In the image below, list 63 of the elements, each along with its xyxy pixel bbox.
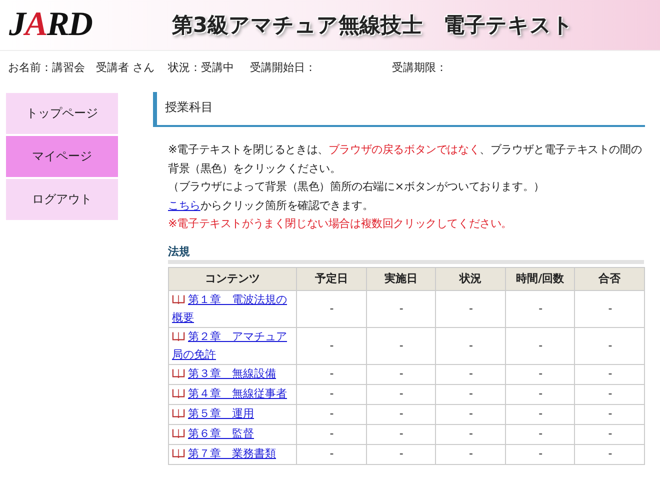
table-cell: - bbox=[505, 444, 575, 464]
section-heading: 授業科目 bbox=[153, 92, 645, 127]
table-cell: - bbox=[505, 364, 575, 384]
table-cell: - bbox=[505, 290, 575, 327]
user-info-text: 状況：受講中 bbox=[168, 60, 235, 76]
table-cell: - bbox=[296, 424, 366, 444]
book-icon bbox=[172, 448, 185, 458]
table-cell: - bbox=[296, 384, 366, 404]
column-header: コンテンツ bbox=[168, 267, 296, 290]
table-cell: - bbox=[436, 364, 506, 384]
logo: JARD bbox=[9, 6, 92, 44]
table-cell: - bbox=[366, 444, 436, 464]
table-cell: - bbox=[436, 327, 506, 364]
table-cell: - bbox=[436, 444, 506, 464]
user-info-text: 受講期限： bbox=[392, 60, 447, 76]
table-cell: - bbox=[366, 404, 436, 424]
table-cell: - bbox=[296, 444, 366, 464]
table-cell: - bbox=[574, 327, 644, 364]
book-icon bbox=[172, 368, 185, 378]
table-cell: - bbox=[296, 327, 366, 364]
column-header: 時間/回数 bbox=[505, 267, 575, 290]
column-header: 状況 bbox=[436, 267, 506, 290]
table-cell: - bbox=[366, 384, 436, 404]
notice-text: ※電子テキストがうまく閉じない場合は複数回クリックしてください。 bbox=[168, 216, 513, 232]
book-icon bbox=[172, 408, 185, 418]
book-icon bbox=[172, 428, 185, 438]
table-cell: - bbox=[505, 404, 575, 424]
column-header: 予定日 bbox=[296, 267, 366, 290]
notice-text: （ブラウザによって背景（黒色）箇所の右端に×ボタンがついております。） bbox=[168, 179, 546, 195]
table-cell: - bbox=[505, 327, 575, 364]
table-cell: - bbox=[574, 404, 644, 424]
table-cell: - bbox=[436, 404, 506, 424]
table-cell: - bbox=[574, 424, 644, 444]
table-cell: - bbox=[296, 404, 366, 424]
table-cell: - bbox=[366, 364, 436, 384]
book-icon bbox=[172, 294, 185, 304]
table-cell: - bbox=[505, 384, 575, 404]
link[interactable]: こちら bbox=[168, 198, 200, 212]
notice-text: こちらからクリック箇所を確認できます。 bbox=[168, 198, 374, 214]
sidebar-item[interactable]: マイページ bbox=[6, 136, 118, 177]
table-cell: - bbox=[366, 424, 436, 444]
user-info-text: お名前：講習会 受講者 さん bbox=[8, 60, 156, 76]
user-info-text: 受講開始日： bbox=[250, 60, 317, 76]
table-cell: - bbox=[366, 327, 436, 364]
book-icon bbox=[172, 330, 185, 340]
sidebar-item[interactable]: トップページ bbox=[6, 93, 118, 134]
table-cell: - bbox=[436, 384, 506, 404]
table-cell: - bbox=[436, 424, 506, 444]
column-header: 合否 bbox=[574, 267, 644, 290]
site-title: 第3級アマチュア無線技士 電子テキスト bbox=[172, 12, 574, 39]
book-icon bbox=[172, 388, 185, 398]
table-cell: - bbox=[574, 444, 644, 464]
table-cell: - bbox=[505, 424, 575, 444]
table-cell: - bbox=[574, 384, 644, 404]
table-cell: - bbox=[436, 290, 506, 327]
notice-text: ※電子テキストを閉じるときは、ブラウザの戻るボタンではなく、ブラウザと電子テキストの間の背景（黒色）をクリックください。 bbox=[168, 142, 643, 176]
sidebar-item[interactable]: ログアウト bbox=[6, 179, 118, 220]
table-cell: - bbox=[574, 290, 644, 327]
table-cell: - bbox=[296, 290, 366, 327]
table-cell: - bbox=[574, 364, 644, 384]
column-header: 実施日 bbox=[366, 267, 436, 290]
table-cell: - bbox=[296, 364, 366, 384]
table-cell: - bbox=[366, 290, 436, 327]
